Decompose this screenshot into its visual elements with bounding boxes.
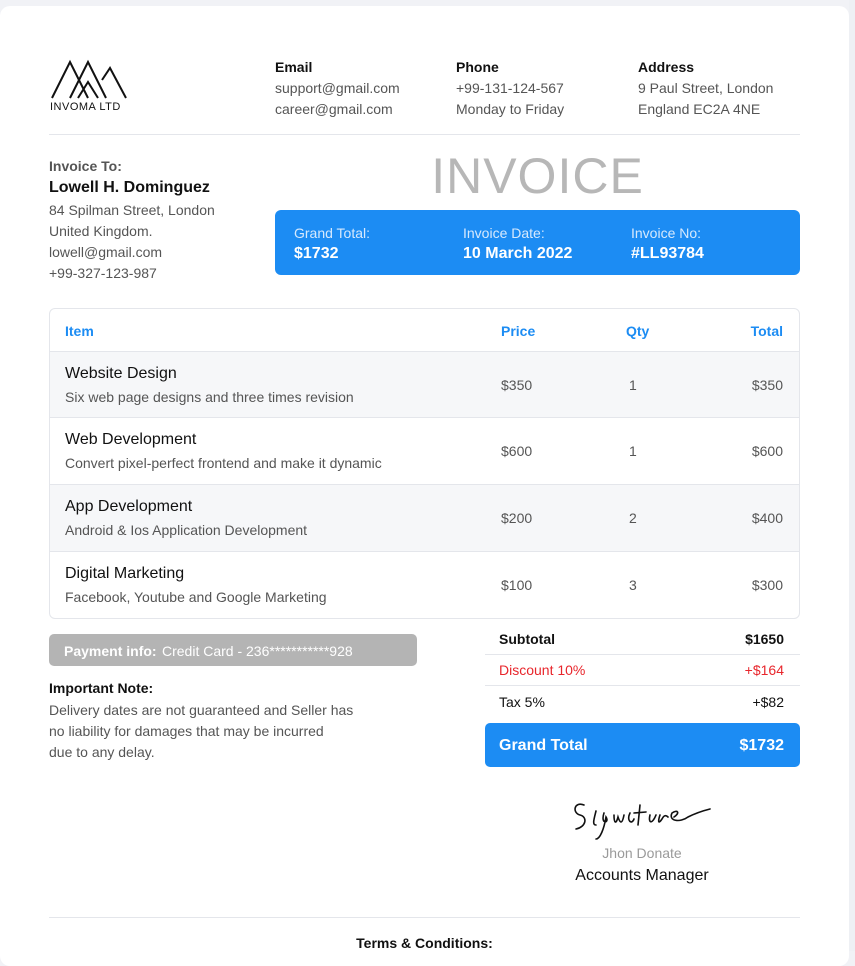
column-header-price: Price: [501, 323, 536, 339]
grand-total-value: $1732: [739, 737, 785, 754]
grand-total-label: Grand Total: [499, 737, 588, 754]
summary-grand-total-value: $1732: [294, 245, 339, 262]
footer-divider: [49, 917, 800, 918]
client-address-line-2: United Kingdom.: [49, 223, 153, 239]
address-line-2: England EC2A 4NE: [638, 101, 761, 117]
item-title: Web Development: [65, 431, 197, 448]
header-divider: [49, 134, 800, 135]
address-label: Address: [638, 59, 695, 75]
summary-grand-total-label: Grand Total:: [294, 225, 371, 241]
tax-label: Tax 5%: [499, 694, 545, 710]
signature-icon: [574, 803, 711, 840]
grand-total-bar: Grand Total $1732: [485, 723, 800, 767]
table-row: App Development Android & Ios Applicatio…: [50, 484, 799, 551]
summary-date-label: Invoice Date:: [463, 225, 545, 241]
item-qty: 1: [629, 377, 637, 393]
email-line-2[interactable]: career@gmail.com: [275, 99, 400, 120]
contact-email: Email support@gmail.com career@gmail.com: [275, 59, 400, 120]
contact-phone: Phone +99-131-124-567 Monday to Friday: [456, 59, 564, 120]
table-row: Website Design Six web page designs and …: [50, 351, 799, 418]
invoice-summary-box: Grand Total: $1732 Invoice Date: 10 Marc…: [275, 210, 800, 275]
item-qty: 1: [629, 443, 637, 459]
item-description: Convert pixel-perfect frontend and make …: [65, 455, 382, 471]
totals-divider: [485, 654, 800, 655]
signatory-name: Jhon Donate: [602, 845, 682, 861]
client-name: Lowell H. Dominguez: [49, 179, 210, 196]
email-line-1[interactable]: support@gmail.com: [275, 78, 400, 99]
important-note-text: Delivery dates are not guaranteed and Se…: [49, 700, 389, 763]
terms-heading: Terms & Conditions:: [356, 935, 493, 951]
item-description: Six web page designs and three times rev…: [65, 389, 354, 405]
item-total: $300: [751, 577, 783, 593]
note-line: due to any delay.: [49, 744, 155, 760]
phone-label: Phone: [456, 59, 499, 75]
table-row: Web Development Convert pixel-perfect fr…: [50, 417, 799, 484]
note-line: no liability for damages that may be inc…: [49, 723, 324, 739]
totals-divider: [485, 685, 800, 686]
contact-address: Address 9 Paul Street, London England EC…: [638, 59, 773, 120]
item-title: App Development: [65, 498, 193, 515]
summary-invoice-no-value: #LL93784: [631, 245, 704, 262]
item-price: $200: [501, 510, 533, 526]
item-qty: 2: [629, 510, 637, 526]
phone-line-2: Monday to Friday: [456, 101, 565, 117]
item-qty: 3: [629, 577, 637, 593]
subtotal-label: Subtotal: [499, 631, 555, 647]
item-description: Android & Ios Application Development: [65, 522, 308, 538]
email-label: Email: [275, 59, 313, 75]
items-table: Item Price Qty Total Website Design Six …: [49, 308, 800, 619]
invoice-title: INVOICE: [431, 148, 644, 204]
phone-line-1: +99-131-124-567: [456, 80, 564, 96]
signatory-role: Accounts Manager: [575, 867, 709, 884]
item-description: Facebook, Youtube and Google Marketing: [65, 589, 327, 605]
item-price: $600: [501, 443, 533, 459]
scrollbar-track[interactable]: [849, 0, 855, 951]
address-line-1: 9 Paul Street, London: [638, 80, 774, 96]
item-price: $350: [501, 377, 533, 393]
payment-info-label: Payment info:: [64, 643, 157, 659]
discount-label: Discount 10%: [499, 662, 586, 678]
client-phone: +99-327-123-987: [49, 265, 157, 281]
note-line: Delivery dates are not guaranteed and Se…: [49, 702, 354, 718]
payment-info-bar: Payment info: Credit Card - 236*********…: [49, 634, 417, 666]
summary-date-value: 10 March 2022: [463, 245, 573, 262]
item-title: Digital Marketing: [65, 565, 185, 582]
company-name: INVOMA LTD: [50, 101, 121, 113]
column-header-item: Item: [65, 323, 94, 339]
table-row: Digital Marketing Facebook, Youtube and …: [50, 551, 799, 618]
important-note-heading: Important Note:: [49, 680, 154, 696]
tax-value: +$82: [752, 694, 784, 710]
subtotal-value: $1650: [745, 631, 784, 647]
column-header-total: Total: [750, 323, 783, 339]
item-total: $350: [751, 377, 783, 393]
invoice-to-label: Invoice To:: [49, 158, 122, 174]
summary-invoice-no-label: Invoice No:: [631, 225, 702, 241]
item-price: $100: [501, 577, 533, 593]
item-title: Website Design: [65, 365, 177, 382]
column-header-qty: Qty: [626, 323, 650, 339]
item-total: $400: [751, 510, 783, 526]
payment-info-value: Credit Card - 236***********928: [162, 643, 353, 659]
client-address-line-1: 84 Spilman Street, London: [49, 202, 215, 218]
discount-value: +$164: [744, 662, 784, 678]
item-total: $600: [751, 443, 783, 459]
client-email[interactable]: lowell@gmail.com: [49, 244, 162, 260]
